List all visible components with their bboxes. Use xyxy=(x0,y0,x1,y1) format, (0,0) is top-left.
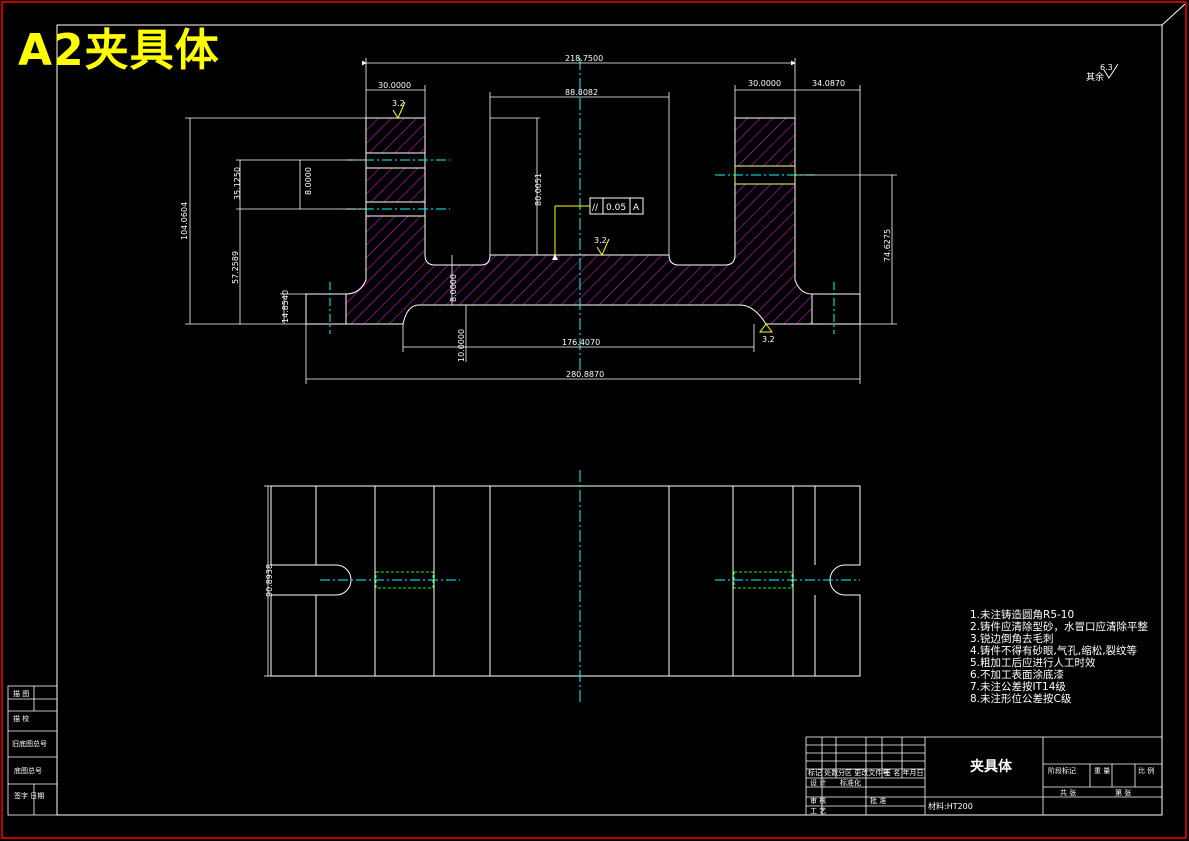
tolerance-value: 0.05 xyxy=(606,203,626,213)
title-block-row-1: 标记 处数 xyxy=(808,768,838,777)
frame-corner-mark xyxy=(1161,3,1186,26)
roughness-symbol-base: 3.2 xyxy=(759,323,775,344)
dim-right-height: 74.6275 xyxy=(883,229,892,262)
roughness-value-3: 3.2 xyxy=(762,335,775,344)
dim-overall-top: 218.7500 xyxy=(565,54,603,63)
dim-bottom-overall: 280.8870 xyxy=(566,370,604,379)
base-lug-left xyxy=(305,293,347,325)
title-block-mid-2: 标准化 xyxy=(840,778,861,787)
side-stamp-row-4: 底图总号 xyxy=(14,766,42,775)
roughness-value-2: 3.2 xyxy=(594,236,607,245)
roughness-symbol-top: 3.2 xyxy=(392,99,406,120)
title-block-sheet-no: 第 张 xyxy=(1115,788,1131,797)
side-stamp-row-3: 旧底图总号 xyxy=(12,739,47,748)
title-block-stage: 阶段标记 xyxy=(1048,766,1076,775)
title-block-row-2: 设 计 xyxy=(810,778,826,787)
drawing-title-overlay: A2夹具体 xyxy=(18,25,220,76)
tolerance-frame: // 0.05 A xyxy=(552,197,644,260)
dim-slot-depth: 80.0051 xyxy=(534,173,543,206)
title-block-right-2: 批 准 xyxy=(870,796,886,805)
dim-bore-dia: 8.0000 xyxy=(304,167,313,195)
dim-center-gap: 88.8082 xyxy=(565,88,598,97)
front-view: 218.7500 30.0000 88.8082 30.0000 34.0870… xyxy=(180,54,1119,384)
title-block-material: 材料:HT200 xyxy=(928,801,973,811)
outer-frame xyxy=(1,1,1187,839)
dim-height-total: 104.0604 xyxy=(180,202,189,240)
tech-req-6: 6.不加工表面涂底漆 xyxy=(970,668,1065,681)
tolerance-symbol: // xyxy=(592,203,599,213)
side-stamp-row-2: 描 校 xyxy=(13,714,29,723)
tech-req-5: 5.粗加工后应进行人工时效 xyxy=(970,656,1096,669)
dim-bottom-inner: 176.4070 xyxy=(562,338,600,347)
dim-left-lug: 30.0000 xyxy=(378,81,411,90)
dim-bore-pitch: 35.1250 xyxy=(233,167,242,200)
dim-lower-gap: 10.0000 xyxy=(457,329,466,362)
dim-floor-thk: 8.0000 xyxy=(449,274,458,302)
base-lug-right xyxy=(811,293,861,325)
tech-req-7: 7.未注公差按IT14级 xyxy=(970,680,1066,693)
title-block-sheets-total: 共 张 xyxy=(1060,788,1076,797)
tech-req-4: 4.铸件不得有砂眼,气孔,缩松,裂纹等 xyxy=(970,644,1138,657)
title-block-row-4: 工 艺 xyxy=(810,807,826,815)
title-block-weight: 重 量 xyxy=(1094,767,1110,775)
general-roughness-note: 6.3 其余 xyxy=(1086,63,1119,83)
tolerance-datum: A xyxy=(633,203,640,213)
dim-top-width: 90.8938 xyxy=(265,564,274,597)
top-view: 90.8938 xyxy=(264,470,861,705)
title-block-scale: 比 例 xyxy=(1138,766,1154,775)
tech-req-2: 2.铸件应清除型砂，水冒口应清除平整 xyxy=(970,620,1149,633)
tech-req-8: 8.未注形位公差按C级 xyxy=(970,692,1072,705)
title-block-part-name: 夹具体 xyxy=(970,758,1013,775)
tech-req-3: 3.锐边倒角去毛刺 xyxy=(970,632,1054,645)
title-block-mid-1: 分区 更改文件号 xyxy=(838,768,889,777)
general-roughness-value: 6.3 xyxy=(1100,63,1113,72)
dim-height-mid: 57.2589 xyxy=(231,251,240,284)
cad-drawing: 218.7500 30.0000 88.8082 30.0000 34.0870… xyxy=(1,1,1187,839)
dim-right-offset: 34.0870 xyxy=(812,79,845,88)
dim-right-lug: 30.0000 xyxy=(748,79,781,88)
top-view-outline xyxy=(270,485,861,677)
technical-requirements: 1.未注铸造圆角R5-10 2.铸件应清除型砂，水冒口应清除平整 3.锐边倒角去… xyxy=(970,608,1149,705)
tech-req-1: 1.未注铸造圆角R5-10 xyxy=(970,608,1074,621)
roughness-value-1: 3.2 xyxy=(392,99,405,108)
general-roughness-label: 其余 xyxy=(1086,71,1104,83)
roughness-symbol-floor: 3.2 xyxy=(594,236,610,257)
side-stamp-row-1: 描 图 xyxy=(13,689,29,698)
title-block-row-3: 审 核 xyxy=(810,796,826,805)
side-stamp-row-5: 签字 日期 xyxy=(14,791,44,800)
title-block-right-1: 签 名 年月日 xyxy=(884,768,923,777)
dim-base-step: 14.8540 xyxy=(281,290,290,323)
fixture-body-section xyxy=(345,117,813,325)
